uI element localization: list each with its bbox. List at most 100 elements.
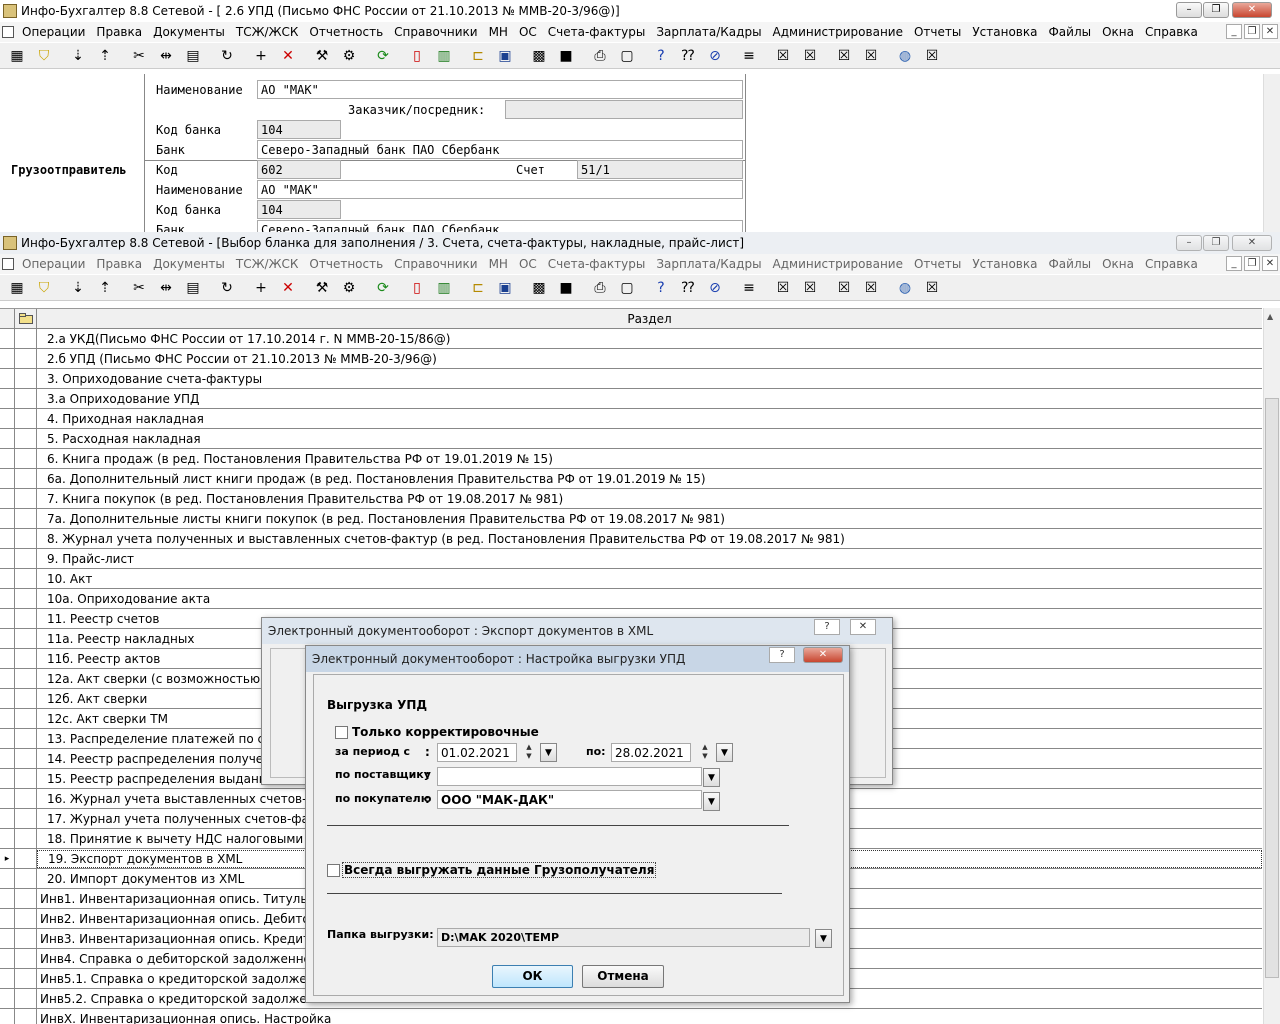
settings-help-button[interactable]: ?: [769, 647, 795, 663]
compass-icon[interactable]: ⊘: [704, 278, 726, 298]
scroll-thumb[interactable]: [1265, 398, 1279, 978]
grid-row[interactable]: 3. Оприходование счета-фактуры: [0, 368, 1262, 389]
add-icon[interactable]: +: [250, 46, 272, 66]
delete-icon[interactable]: ✕: [277, 46, 299, 66]
date-from-spinner[interactable]: ▲ ▼: [522, 743, 536, 762]
grid-row[interactable]: 2.а УКД(Письмо ФНС России от 17.10.2014 …: [0, 328, 1262, 349]
date-from-dropdown[interactable]: ▼: [540, 743, 557, 762]
cut-icon[interactable]: ✂: [128, 278, 150, 298]
folder-icon[interactable]: [15, 309, 37, 329]
menu-12[interactable]: Установка: [972, 257, 1037, 271]
x-box-2-icon[interactable]: ☒: [799, 278, 821, 298]
menu-15[interactable]: Справка: [1145, 25, 1198, 39]
rotate-180-icon[interactable]: ↻: [216, 46, 238, 66]
menu-7[interactable]: ОС: [519, 257, 537, 271]
menu-7[interactable]: ОС: [519, 25, 537, 39]
window1-maximize-button[interactable]: ❐: [1203, 2, 1229, 18]
menu-13[interactable]: Файлы: [1048, 25, 1091, 39]
mdi1-restore-button[interactable]: ❐: [1244, 24, 1260, 39]
sort-desc-icon[interactable]: ⇡: [94, 46, 116, 66]
grid-row[interactable]: 4. Приходная накладная: [0, 408, 1262, 429]
mdi-doc-icon[interactable]: [2, 26, 14, 38]
name2-field[interactable]: АО "МАК": [257, 180, 743, 199]
print-icon[interactable]: ⎙: [589, 46, 611, 66]
menu-1[interactable]: Правка: [96, 25, 142, 39]
pdf-icon[interactable]: ▯: [406, 46, 428, 66]
tool-a-icon[interactable]: ⚒: [311, 46, 333, 66]
cut-icon[interactable]: ✂: [128, 46, 150, 66]
delete-icon[interactable]: ✕: [277, 278, 299, 298]
menu-10[interactable]: Администрирование: [773, 257, 903, 271]
save-icon[interactable]: ▣: [494, 46, 516, 66]
menu-2[interactable]: Документы: [153, 257, 225, 271]
menu-2[interactable]: Документы: [153, 25, 225, 39]
print-icon[interactable]: ⎙: [589, 278, 611, 298]
grid-row[interactable]: 7а. Дополнительные листы книги покупок (…: [0, 508, 1262, 529]
x-box-2-icon[interactable]: ☒: [799, 46, 821, 66]
grid-row[interactable]: 7. Книга покупок (в ред. Постановления П…: [0, 488, 1262, 509]
x-box-5-icon[interactable]: ☒: [921, 46, 943, 66]
grid-row[interactable]: 5. Расходная накладная: [0, 428, 1262, 449]
grid-row[interactable]: 2.б УПД (Письмо ФНС России от 21.10.2013…: [0, 348, 1262, 369]
supplier-dropdown[interactable]: ▼: [703, 768, 720, 787]
menu-4[interactable]: Отчетность: [309, 25, 383, 39]
menu-0[interactable]: Операции: [22, 25, 85, 39]
open-folder-icon[interactable]: ⊏: [467, 278, 489, 298]
menu-11[interactable]: Отчеты: [914, 25, 961, 39]
window2-close-button[interactable]: ✕: [1232, 235, 1272, 251]
bank-code2-field[interactable]: 104: [257, 200, 341, 219]
window2-maximize-button[interactable]: ❐: [1203, 235, 1229, 251]
sort-desc-icon[interactable]: ⇡: [94, 278, 116, 298]
folder-field[interactable]: D:\MAK 2020\TEMP: [437, 928, 810, 947]
date-to-dropdown[interactable]: ▼: [716, 743, 733, 762]
menu-13[interactable]: Файлы: [1048, 257, 1091, 271]
folder-dropdown[interactable]: ▼: [815, 929, 832, 948]
window1-scrollbar[interactable]: [1263, 74, 1280, 232]
scroll-up-icon[interactable]: ▲: [1267, 312, 1273, 321]
window1-minimize-button[interactable]: –: [1176, 2, 1202, 18]
tool-b-icon[interactable]: ⚙: [338, 278, 360, 298]
mdi2-minimize-button[interactable]: _: [1226, 256, 1242, 271]
grid-row[interactable]: 10а. Оприходование акта: [0, 588, 1262, 609]
tool-a-icon[interactable]: ⚒: [311, 278, 333, 298]
print-preview-icon[interactable]: ▩: [528, 278, 550, 298]
menu-0[interactable]: Операции: [22, 257, 85, 271]
menu-4[interactable]: Отчетность: [309, 257, 383, 271]
journal-icon[interactable]: ▦: [6, 46, 28, 66]
report-icon[interactable]: ≡: [738, 278, 760, 298]
menu-14[interactable]: Окна: [1102, 25, 1134, 39]
menu-12[interactable]: Установка: [972, 25, 1037, 39]
pdf-icon[interactable]: ▯: [406, 278, 428, 298]
grid-header-section[interactable]: Раздел: [37, 312, 1262, 326]
grid-row[interactable]: ИнвХ. Инвентаризационная опись. Настройк…: [0, 1008, 1262, 1024]
customer-field[interactable]: [505, 100, 743, 119]
menu-9[interactable]: Зарплата/Кадры: [656, 25, 761, 39]
menu-9[interactable]: Зарплата/Кадры: [656, 257, 761, 271]
refresh-icon[interactable]: ⟳: [372, 278, 394, 298]
menu-10[interactable]: Администрирование: [773, 25, 903, 39]
calculator-icon[interactable]: ▥: [433, 46, 455, 66]
buyer-dropdown[interactable]: ▼: [703, 792, 720, 811]
menu-3[interactable]: ТСЖ/ЖСК: [236, 257, 299, 271]
filter-icon[interactable]: ⛉: [33, 278, 55, 298]
stop-icon[interactable]: ■: [555, 278, 577, 298]
insert-icon[interactable]: ⇹: [155, 46, 177, 66]
menu-8[interactable]: Счета-фактуры: [548, 257, 646, 271]
help-icon[interactable]: ?: [650, 278, 672, 298]
mdi1-close-button[interactable]: ✕: [1262, 24, 1278, 39]
compass-icon[interactable]: ⊘: [704, 46, 726, 66]
mdi2-close-button[interactable]: ✕: [1262, 256, 1278, 271]
window2-minimize-button[interactable]: –: [1176, 235, 1202, 251]
ok-button[interactable]: ОК: [492, 965, 573, 988]
grid-row[interactable]: 6. Книга продаж (в ред. Постановления Пр…: [0, 448, 1262, 469]
always-consignee-checkbox[interactable]: [327, 864, 340, 877]
date-from-field[interactable]: 01.02.2021: [437, 743, 517, 762]
globe-icon[interactable]: ◍: [894, 46, 916, 66]
settings-close-button[interactable]: ✕: [803, 647, 843, 663]
calculator-icon[interactable]: ▥: [433, 278, 455, 298]
print-preview-icon[interactable]: ▩: [528, 46, 550, 66]
paste-icon[interactable]: ▤: [182, 278, 204, 298]
buyer-field[interactable]: ООО "МАК-ДАК": [437, 790, 702, 809]
export-help-button[interactable]: ?: [814, 619, 840, 635]
open-folder-icon[interactable]: ⊏: [467, 46, 489, 66]
